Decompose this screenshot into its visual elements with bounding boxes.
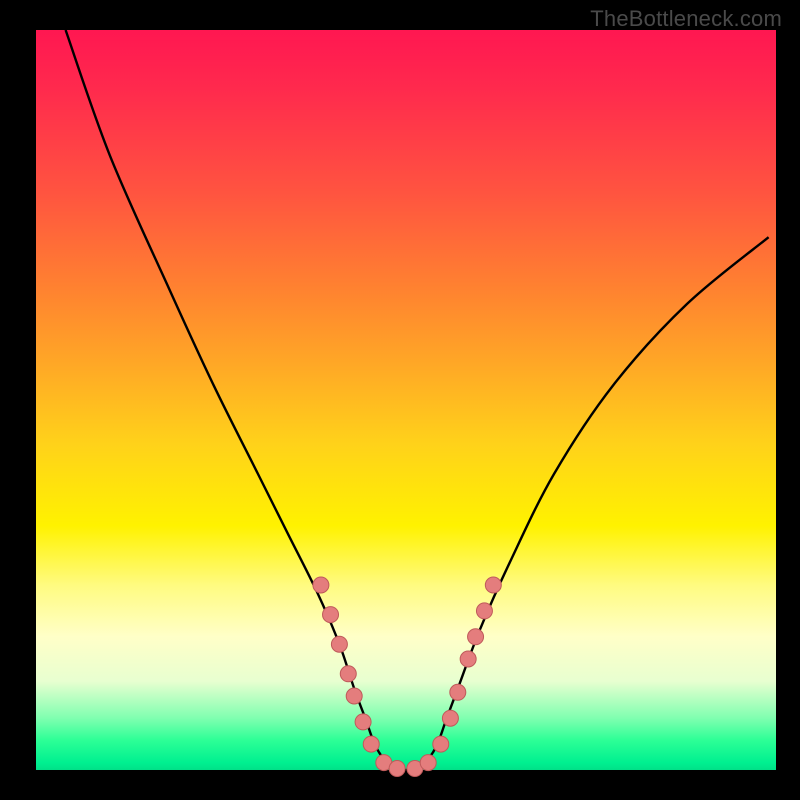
curve-marker bbox=[450, 684, 466, 700]
curve-marker bbox=[433, 736, 449, 752]
curve-marker bbox=[389, 761, 405, 777]
curve-marker bbox=[355, 714, 371, 730]
curve-marker bbox=[331, 636, 347, 652]
watermark-text: TheBottleneck.com bbox=[590, 6, 782, 32]
bottleneck-curve bbox=[66, 30, 769, 770]
curve-marker bbox=[485, 577, 501, 593]
curve-marker bbox=[313, 577, 329, 593]
curve-marker bbox=[363, 736, 379, 752]
curve-marker bbox=[442, 710, 458, 726]
curve-marker bbox=[340, 666, 356, 682]
curve-markers bbox=[313, 577, 501, 777]
curve-marker bbox=[476, 603, 492, 619]
chart-svg bbox=[36, 30, 776, 770]
curve-marker bbox=[460, 651, 476, 667]
curve-marker bbox=[323, 607, 339, 623]
chart-plot-area bbox=[36, 30, 776, 770]
curve-marker bbox=[468, 629, 484, 645]
curve-marker bbox=[420, 755, 436, 771]
curve-marker bbox=[346, 688, 362, 704]
